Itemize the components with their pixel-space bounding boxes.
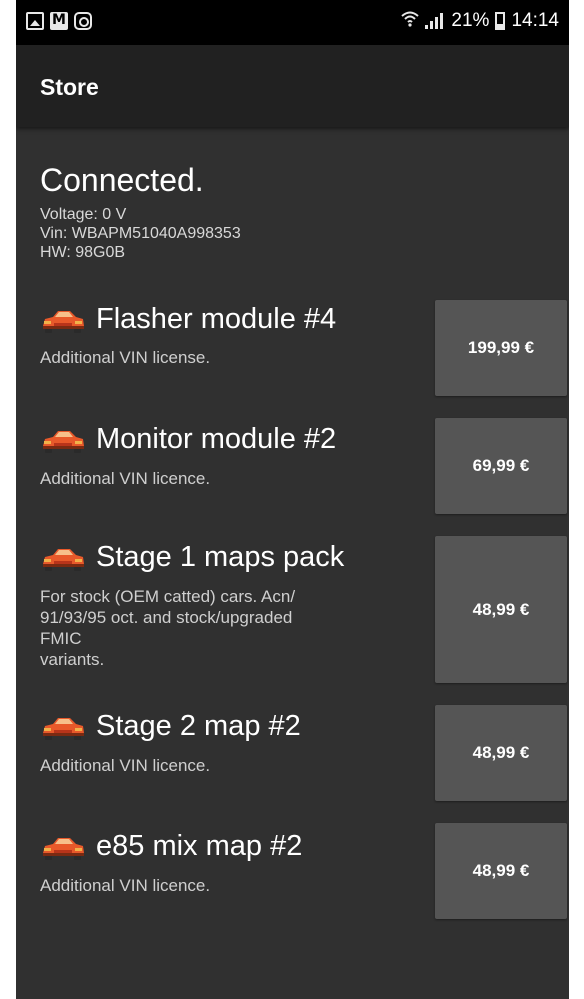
wifi-icon: [401, 11, 420, 32]
item-description: Additional VIN licence.: [40, 876, 211, 895]
instagram-icon: [74, 12, 92, 30]
buy-button-flasher-module[interactable]: 199,99 €: [435, 300, 567, 396]
item-description-line: 91/93/95 oct. and stock/upgraded: [40, 608, 293, 627]
buy-button-monitor-module[interactable]: 69,99 €: [435, 418, 567, 514]
battery-icon: [495, 12, 506, 30]
buy-button-stage1-maps-pack[interactable]: 48,99 €: [435, 536, 567, 683]
store-item-monitor-module: Monitor module #2 Additional VIN licence…: [40, 418, 567, 518]
signal-icon: [425, 13, 445, 29]
item-description-line: variants.: [40, 650, 105, 669]
gmail-icon: [50, 12, 68, 30]
item-name: e85 mix map #2: [96, 830, 303, 862]
item-description: Additional VIN license.: [40, 348, 211, 367]
car-icon: [43, 837, 84, 860]
item-name: Monitor module #2: [96, 423, 337, 455]
item-description-line: For stock (OEM catted) cars. Acn/: [40, 587, 296, 606]
item-title-row: e85 mix map #2: [40, 830, 302, 863]
clock: 14:14: [511, 10, 559, 31]
car-icon: [43, 430, 84, 453]
item-description: Additional VIN licence.: [40, 469, 211, 488]
connection-status: Connected.: [40, 162, 204, 198]
system-icons: 21% 14:14: [401, 10, 559, 32]
store-item-stage1-maps-pack: Stage 1 maps pack For stock (OEM catted)…: [40, 536, 567, 686]
image-icon: [26, 12, 44, 30]
item-name: Stage 1 maps pack: [96, 541, 345, 573]
store-item-stage2-map: Stage 2 map #2 Additional VIN licence. 4…: [40, 705, 567, 805]
store-item-flasher-module: Flasher module #4 Additional VIN license…: [40, 300, 567, 400]
app-bar: Store: [16, 45, 569, 127]
page-title: Store: [40, 74, 99, 100]
connection-info: Voltage: 0 V Vin: WBAPM51040A998353 HW: …: [40, 205, 241, 262]
notification-icons: [26, 12, 92, 30]
voltage-label: Voltage: 0 V: [40, 206, 127, 223]
hw-label: HW: 98G0B: [40, 244, 126, 261]
item-title-row: Stage 1 maps pack: [40, 541, 344, 574]
item-name: Flasher module #4: [96, 303, 337, 335]
store-item-e85-mix-map: e85 mix map #2 Additional VIN licence. 4…: [40, 823, 567, 923]
buy-button-e85-mix-map[interactable]: 48,99 €: [435, 823, 567, 919]
status-bar: 21% 14:14: [16, 0, 569, 45]
car-icon: [43, 548, 84, 571]
item-description-line: FMIC: [40, 629, 82, 648]
phone-screen: 21% 14:14 Store Connected. Voltage: 0 V …: [16, 0, 569, 999]
battery-percent: 21%: [451, 10, 490, 31]
item-description: For stock (OEM catted) cars. Acn/ 91/93/…: [40, 586, 395, 670]
item-title-row: Stage 2 map #2: [40, 710, 301, 743]
item-description: Additional VIN licence.: [40, 756, 211, 775]
car-icon: [43, 717, 84, 740]
item-title-row: Monitor module #2: [40, 423, 336, 456]
vin-label: Vin: WBAPM51040A998353: [40, 225, 241, 242]
buy-button-stage2-map[interactable]: 48,99 €: [435, 705, 567, 801]
car-icon: [43, 310, 84, 333]
item-title-row: Flasher module #4: [40, 303, 336, 336]
item-name: Stage 2 map #2: [96, 710, 301, 742]
